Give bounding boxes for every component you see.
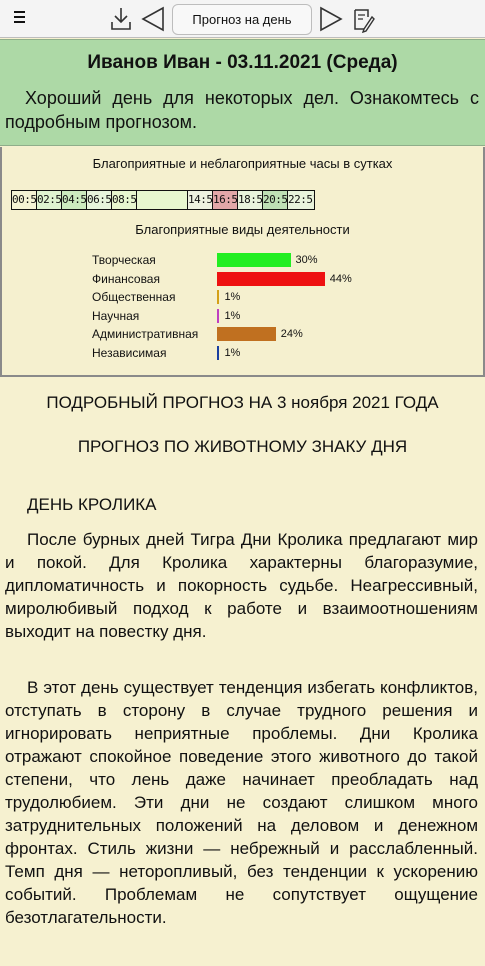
paragraph-1: После бурных дней Тигра Дни Кролика пред… xyxy=(5,530,478,641)
hours-chart: 00:502:504:506:508:51 14:516:518:520:522:… xyxy=(11,190,315,210)
forecast-content: ПОДРОБНЫЙ ПРОГНОЗ НА 3 ноября 2021 ГОДА … xyxy=(0,377,485,966)
hour-cell: 22:51 xyxy=(288,191,314,209)
hour-cell: 06:5 xyxy=(87,191,112,209)
hour-cell: 16:5 xyxy=(213,191,238,209)
activity-label: Общественная xyxy=(92,290,176,305)
charts-panel: Благоприятные и неблагоприятные часы в с… xyxy=(0,147,485,377)
activity-label: Административная xyxy=(92,327,199,342)
activity-bar xyxy=(217,253,291,267)
activity-bar xyxy=(217,308,220,323)
activity-bar xyxy=(217,290,220,305)
activity-row: Независимая 1% xyxy=(92,345,472,361)
hour-cell: 20:5 xyxy=(263,191,288,209)
hour-cell: 00:5 xyxy=(12,191,37,209)
hour-cell: 02:5 xyxy=(37,191,62,209)
activity-row: Административная 24% xyxy=(92,326,472,342)
triangle-right-icon[interactable] xyxy=(318,5,344,33)
hour-cell: 18:5 xyxy=(238,191,263,209)
day-summary: Хороший день для некоторых дел. Ознакомт… xyxy=(5,88,479,132)
activity-row: Научная 1% xyxy=(92,308,472,324)
activity-row: Творческая 30% xyxy=(92,252,472,268)
edit-note-icon[interactable] xyxy=(350,5,376,33)
hours-chart-title: Благоприятные и неблагоприятные часы в с… xyxy=(92,156,393,171)
day-forecast-button[interactable]: Прогноз на день xyxy=(172,4,312,35)
hour-cell: 08:51 xyxy=(112,191,137,209)
forecast-heading: ПОДРОБНЫЙ ПРОГНОЗ НА 3 ноября 2021 ГОДА xyxy=(46,393,439,412)
activity-percent: 1% xyxy=(224,347,241,359)
hour-cell xyxy=(137,191,188,209)
triangle-left-icon[interactable] xyxy=(140,5,166,33)
activity-label: Независимая xyxy=(92,346,167,360)
activity-bar xyxy=(217,346,220,360)
hour-cell: 04:5 xyxy=(62,191,87,209)
activity-percent: 1% xyxy=(224,309,241,322)
day-header: Иванов Иван - 03.11.2021 (Среда) Хороший… xyxy=(0,39,485,146)
animal-sign-heading: ПРОГНОЗ ПО ЖИВОТНОМУ ЗНАКУ ДНЯ xyxy=(77,437,408,456)
activity-label: Творческая xyxy=(92,253,156,267)
page-title: Иванов Иван - 03.11.2021 (Среда) xyxy=(87,52,398,73)
menu-icon[interactable] xyxy=(14,11,36,27)
activity-bar xyxy=(217,271,325,286)
activity-row: Финансовая 44% xyxy=(92,271,472,287)
toolbar: Прогноз на день xyxy=(0,0,485,38)
paragraph-2: В этот день существует тенденция избегат… xyxy=(5,678,478,927)
activity-label: Финансовая xyxy=(92,271,160,286)
activity-row: Общественная 1% xyxy=(92,289,472,305)
activity-bar xyxy=(217,327,276,342)
activity-percent: 30% xyxy=(295,254,318,266)
download-icon[interactable] xyxy=(108,5,134,33)
section-title: ДЕНЬ КРОЛИКА xyxy=(27,495,157,514)
activity-percent: 1% xyxy=(224,291,241,304)
activity-percent: 24% xyxy=(280,328,303,341)
activities-chart-title: Благоприятные виды деятельности xyxy=(135,222,350,237)
hour-cell: 14:5 xyxy=(188,191,213,209)
activity-label: Научная xyxy=(92,308,140,323)
activity-percent: 44% xyxy=(329,272,352,285)
